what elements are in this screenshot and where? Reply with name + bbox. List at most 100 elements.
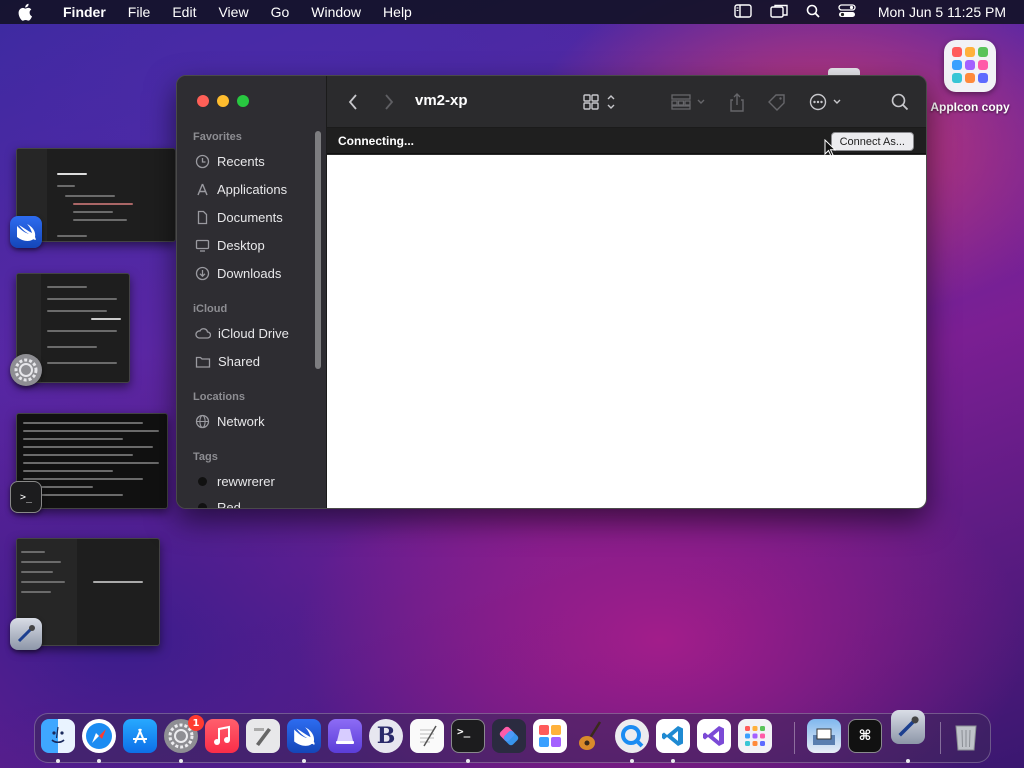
sidebar-item-tag-rewwrerer[interactable]: rewwrerer [195,471,275,491]
sidebar-item-icloud-drive[interactable]: iCloud Drive [195,323,289,343]
swift-stage-icon[interactable] [10,216,42,248]
running-indicator [179,759,183,763]
sidebar-item-label: Downloads [217,265,282,281]
terminal-stage-icon[interactable]: >_ [10,481,42,513]
desktop-icon [195,239,210,252]
instruments-icon[interactable] [574,719,608,753]
finder-window: Favorites Recents Applications Documents… [176,75,927,509]
dock-separator [794,722,795,754]
dock: 1 B >_ ⌘ [34,710,991,763]
sidebar-item-label: Shared [218,353,260,369]
sidebar-item-applications[interactable]: Applications [195,179,287,199]
sidebar-item-label: Recents [217,153,265,169]
safari-icon[interactable] [82,719,116,753]
launcher-icon[interactable] [328,719,362,753]
sidebar-icon[interactable] [734,3,752,21]
globe-icon [195,414,210,428]
applications-icon [197,183,208,195]
connecting-status: Connecting... [338,134,414,148]
control-center-icon[interactable] [838,3,856,21]
group-by-icon[interactable] [671,93,709,111]
running-indicator [630,759,634,763]
apple-menu-icon[interactable] [0,3,52,21]
sidebar-item-label: Documents [217,209,283,225]
menu-bar: Finder File Edit View Go Window Help Mon… [0,0,1024,24]
running-indicator [671,759,675,763]
script-editor-icon[interactable] [246,719,280,753]
clock-icon [195,154,210,168]
finder-icon[interactable] [41,719,75,753]
download-icon [195,266,210,280]
running-indicator [906,759,910,763]
bbedit-icon[interactable]: B [369,719,403,753]
launchpad-icon[interactable] [738,719,772,753]
sidebar-item-label: Desktop [217,237,265,253]
menu-file[interactable]: File [117,4,162,20]
running-indicator [466,759,470,763]
tag-dot-icon [198,502,207,508]
vscode-icon[interactable] [656,719,690,753]
system-settings-stage-icon[interactable] [10,354,42,386]
more-actions-icon[interactable] [809,93,845,111]
menu-window[interactable]: Window [300,4,372,20]
sidebar-item-label: Network [217,413,265,429]
menu-edit[interactable]: Edit [161,4,207,20]
xcode-tools-icon[interactable] [891,710,925,744]
sidebar-item-shared[interactable]: Shared [195,351,260,371]
music-icon[interactable] [205,719,239,753]
preview-icon[interactable] [807,719,841,753]
status-bar: Connecting... Connect As... [327,128,926,154]
app-grid-icon [944,40,996,92]
swift-icon[interactable] [287,719,321,753]
running-indicator [56,759,60,763]
share-icon[interactable] [729,93,745,113]
keyboard-icon[interactable]: ⌘ [848,719,882,753]
tag-icon[interactable] [767,93,787,111]
document-icon [197,210,208,224]
desktop-appicon-copy[interactable]: AppIcon copy [925,40,1015,114]
sidebar-scrollbar[interactable] [315,131,321,369]
window-title: vm2-xp [415,92,468,109]
sidebar-item-recents[interactable]: Recents [195,151,265,171]
menu-help[interactable]: Help [372,4,423,20]
favorites-heading: Favorites [193,131,242,143]
back-icon[interactable] [347,93,359,111]
running-indicator [302,759,306,763]
connect-as-button[interactable]: Connect As... [830,132,914,151]
search-icon[interactable] [891,93,909,111]
system-settings-icon[interactable]: 1 [164,715,204,753]
finder-sidebar: Favorites Recents Applications Documents… [177,76,327,509]
screen-mirror-icon[interactable] [770,4,788,21]
sidebar-item-label: rewwrerer [217,473,275,489]
photo-booth-icon[interactable] [533,719,567,753]
zoom-button[interactable] [237,95,249,107]
cloud-icon [195,327,211,339]
textedit-icon[interactable] [410,719,444,753]
trash-icon[interactable] [949,719,983,753]
sidebar-item-label: Red [217,499,241,509]
sidebar-item-network[interactable]: Network [195,411,265,431]
sidebar-item-desktop[interactable]: Desktop [195,235,265,255]
menu-go[interactable]: Go [260,4,301,20]
app-store-icon[interactable] [123,719,157,753]
sidebar-item-tag-red[interactable]: Red [195,497,241,509]
search-icon[interactable] [806,4,820,21]
file-content-area[interactable] [327,155,926,508]
sidebar-item-downloads[interactable]: Downloads [195,263,281,283]
terminal-icon[interactable]: >_ [451,719,485,753]
tags-heading: Tags [193,451,218,463]
shortcuts-icon[interactable] [492,719,526,753]
dock-separator [940,722,941,754]
sidebar-item-documents[interactable]: Documents [195,207,283,227]
menu-app-name[interactable]: Finder [52,4,117,20]
xcode-tools-stage-icon[interactable] [10,618,42,650]
window-controls [197,95,249,107]
forward-icon[interactable] [383,93,395,111]
close-button[interactable] [197,95,209,107]
minimize-button[interactable] [217,95,229,107]
menu-view[interactable]: View [207,4,259,20]
menu-clock[interactable]: Mon Jun 5 11:25 PM [878,4,1006,20]
quicktime-icon[interactable] [615,719,649,753]
view-grid-icon[interactable] [583,93,617,111]
visual-studio-icon[interactable] [697,719,731,753]
